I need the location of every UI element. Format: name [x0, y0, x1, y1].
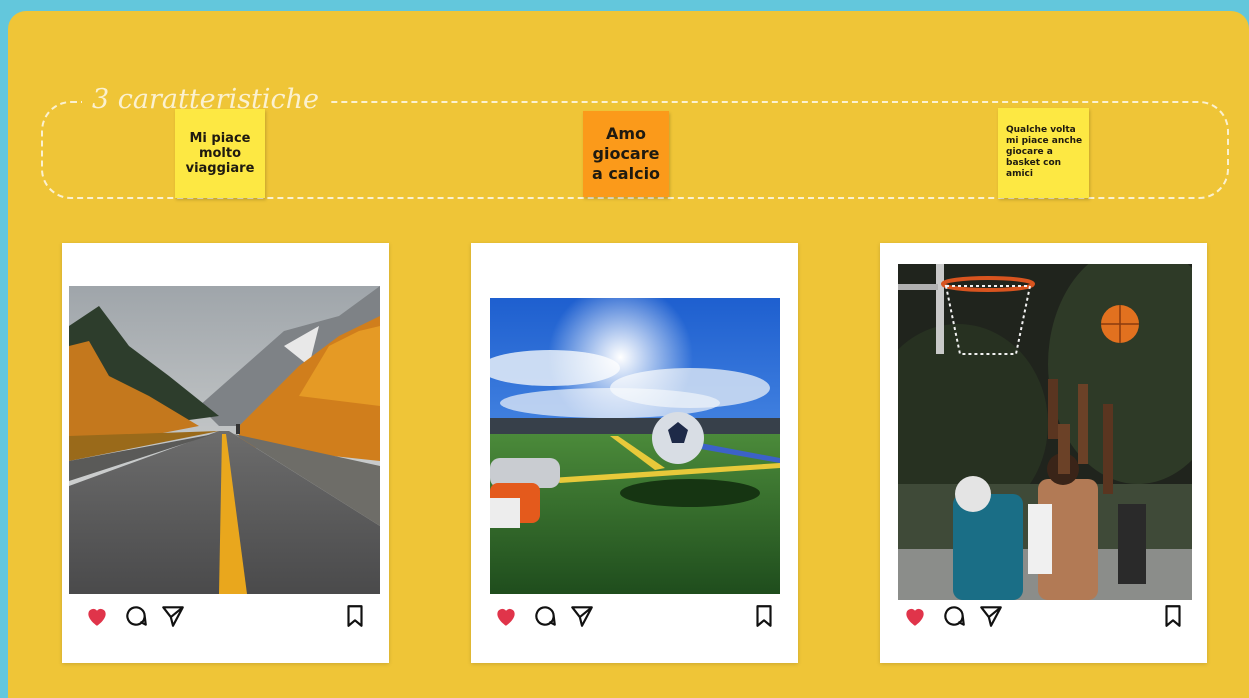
- sticky-note-text: Mi piace molto viaggiare: [185, 131, 255, 176]
- share-icon[interactable]: [978, 603, 1004, 629]
- sticky-note-soccer[interactable]: Amo giocare a calcio: [583, 111, 669, 197]
- heart-icon[interactable]: [902, 603, 928, 629]
- sticky-note-basketball[interactable]: Qualche volta mi piace anche giocare a b…: [998, 108, 1089, 198]
- soccer-ball-field-photo: [490, 298, 780, 594]
- post-actions: [902, 603, 1187, 631]
- comment-icon[interactable]: [123, 603, 149, 629]
- post-actions: [84, 603, 369, 631]
- sticky-note-text: Qualche volta mi piace anche giocare a b…: [1006, 125, 1083, 179]
- bookmark-icon[interactable]: [751, 603, 777, 629]
- share-icon[interactable]: [160, 603, 186, 629]
- basketball-game-photo: [898, 264, 1192, 600]
- share-icon[interactable]: [569, 603, 595, 629]
- post-card-soccer[interactable]: [471, 243, 798, 663]
- post-card-travel[interactable]: [62, 243, 389, 663]
- mountain-road-photo: [69, 286, 380, 594]
- heart-icon[interactable]: [84, 603, 110, 629]
- sticky-note-text: Amo giocare a calcio: [591, 124, 661, 183]
- sticky-note-travel[interactable]: Mi piace molto viaggiare: [175, 109, 265, 198]
- bookmark-icon[interactable]: [342, 603, 368, 629]
- bookmark-icon[interactable]: [1160, 603, 1186, 629]
- post-card-basketball[interactable]: [880, 243, 1207, 663]
- heart-icon[interactable]: [493, 603, 519, 629]
- post-actions: [493, 603, 778, 631]
- comment-icon[interactable]: [941, 603, 967, 629]
- comment-icon[interactable]: [532, 603, 558, 629]
